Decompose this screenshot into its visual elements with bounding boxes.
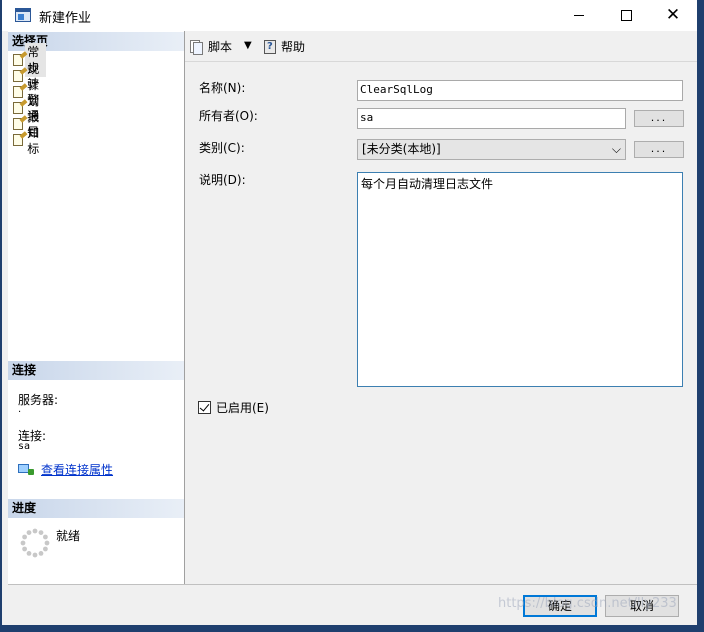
cancel-button[interactable]: 取消 — [605, 595, 679, 617]
server-label: 服务器: — [18, 393, 59, 407]
name-label: 名称(N): — [199, 81, 246, 95]
enabled-checkbox[interactable] — [198, 401, 211, 414]
page-wrench-icon — [12, 115, 28, 131]
description-label: 说明(D): — [199, 173, 246, 187]
toolbar: 脚本 ▼ ? 帮助 — [185, 31, 697, 62]
category-value: [未分类(本地)] — [362, 142, 441, 156]
sidebar-item-targets[interactable]: 目标 — [12, 125, 46, 156]
help-button[interactable]: ? 帮助 — [262, 38, 305, 55]
view-connection-link[interactable]: 查看连接属性 — [41, 461, 113, 478]
category-select[interactable]: [未分类(本地)] ⌵ — [357, 139, 626, 160]
enabled-label: 已启用(E) — [216, 401, 269, 415]
ok-button[interactable]: 确定 — [523, 595, 597, 617]
help-label: 帮助 — [281, 40, 306, 54]
maximize-button[interactable] — [603, 0, 649, 31]
progress-spinner-icon — [20, 528, 50, 558]
general-page-form: 名称(N): ClearSqlLog 所有者(O): sa ... 类别(C):… — [185, 62, 697, 584]
app-window-icon — [15, 8, 31, 22]
maximize-icon — [620, 10, 632, 21]
server-value: . — [18, 404, 22, 415]
name-input[interactable]: ClearSqlLog — [357, 80, 683, 101]
checkmark-icon — [199, 401, 210, 412]
view-connection-properties[interactable]: 查看连接属性 — [18, 461, 113, 478]
minimize-icon — [574, 15, 584, 16]
page-wrench-icon — [12, 99, 28, 115]
owner-browse-button[interactable]: ... — [634, 110, 684, 127]
dialog-window: 新建作业 ✕ 选择页 常规 步骤 计划 警报 通知 目标 连接 服务器: . 连… — [2, 0, 697, 625]
page-wrench-icon — [12, 51, 28, 67]
connection-header: 连接 — [8, 361, 184, 380]
close-button[interactable]: ✕ — [650, 0, 696, 31]
enabled-checkbox-row[interactable]: 已启用(E) — [198, 399, 269, 416]
connection-properties-icon — [18, 463, 34, 477]
sidebar-item-label: 目标 — [27, 125, 40, 156]
dialog-footer: 确定 取消 — [8, 584, 697, 625]
close-icon: ✕ — [665, 5, 681, 25]
script-dropdown-arrow-icon[interactable]: ▼ — [244, 40, 252, 51]
left-panel: 选择页 常规 步骤 计划 警报 通知 目标 连接 服务器: . 连接: sa 查… — [8, 31, 185, 584]
progress-status: 就绪 — [56, 529, 81, 543]
owner-label: 所有者(O): — [199, 109, 258, 123]
progress-header: 进度 — [8, 499, 184, 518]
page-wrench-icon — [12, 83, 28, 99]
description-textarea[interactable]: 每个月自动清理日志文件 — [357, 172, 683, 387]
minimize-button[interactable] — [556, 0, 602, 31]
category-label: 类别(C): — [199, 141, 245, 155]
script-label: 脚本 — [208, 40, 233, 54]
owner-input[interactable]: sa — [357, 108, 626, 129]
title-bar[interactable]: 新建作业 ✕ — [2, 0, 697, 31]
script-icon — [188, 39, 204, 55]
window-title: 新建作业 — [39, 11, 92, 26]
connection-value: sa — [18, 441, 31, 452]
script-button[interactable]: 脚本 — [188, 38, 232, 55]
chevron-down-icon: ⌵ — [611, 142, 621, 156]
page-wrench-icon — [12, 67, 28, 83]
help-icon: ? — [262, 39, 278, 55]
category-browse-button[interactable]: ... — [634, 141, 684, 158]
page-wrench-icon — [12, 131, 28, 147]
